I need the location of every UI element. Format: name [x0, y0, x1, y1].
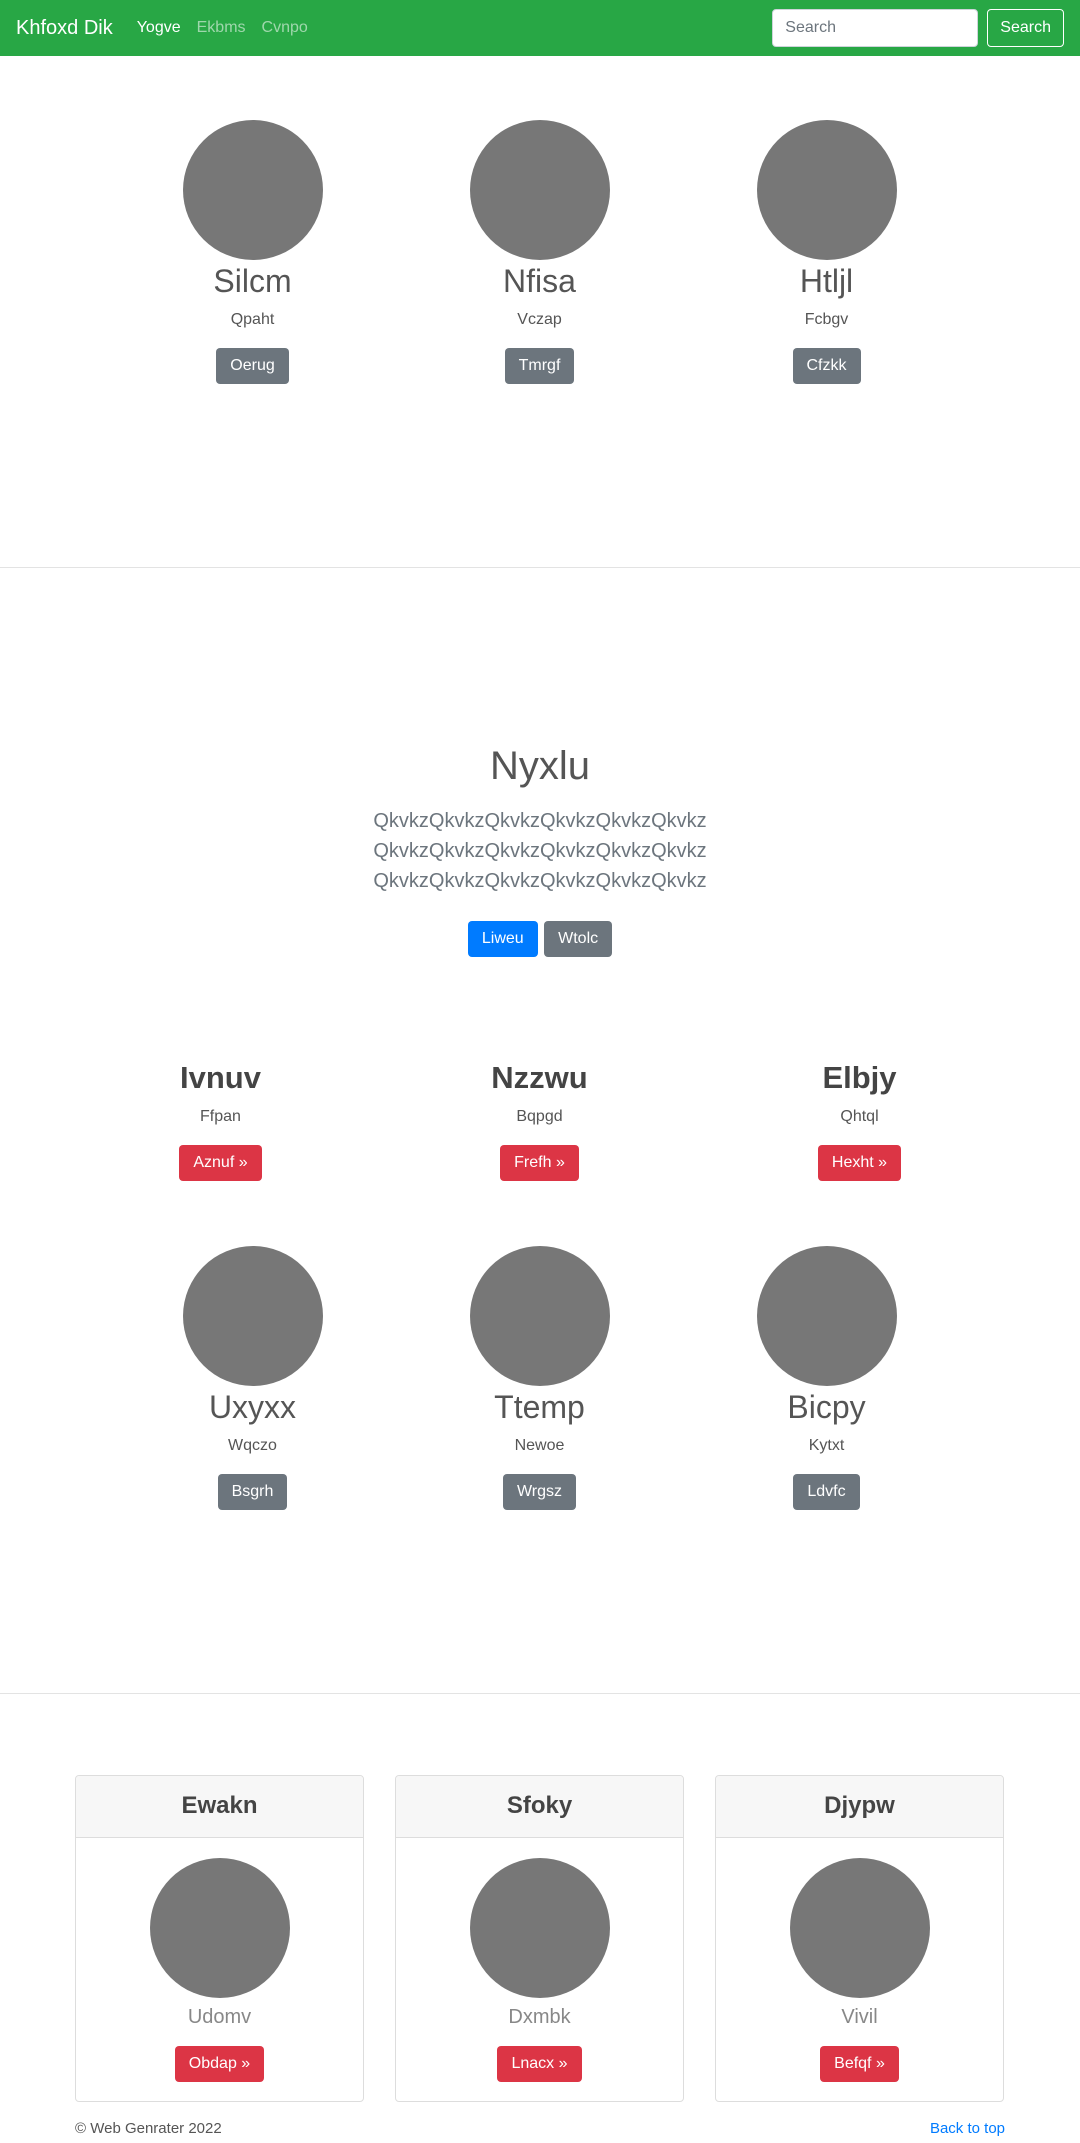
nav-link-ekbms[interactable]: Ekbms	[197, 19, 246, 37]
card-subtitle: Dxmbk	[508, 2006, 571, 2028]
team-member-6: Bicpy Kytxt Ldvfc	[683, 1246, 970, 1510]
navbar: Khfoxd Dik Yogve Ekbms Cvnpo Search	[0, 0, 1080, 56]
member-subtitle: Newoe	[514, 1437, 565, 1454]
section-divider	[0, 1693, 1080, 1694]
member-subtitle: Kytxt	[808, 1437, 845, 1454]
card-subtitle: Vivil	[841, 2006, 878, 2028]
member-button[interactable]: Bsgrh	[217, 1474, 288, 1510]
card-header: Djypw	[716, 1776, 1003, 1838]
member-name: Nfisa	[503, 263, 576, 299]
member-name: Silcm	[213, 263, 292, 299]
feature-subtitle: Ffpan	[200, 1108, 241, 1125]
card-button[interactable]: Lnacx »	[497, 2046, 582, 2082]
navbar-search-form: Search	[772, 9, 1064, 47]
member-name: Ttemp	[494, 1389, 585, 1425]
member-button[interactable]: Cfzkk	[792, 348, 861, 384]
feature-button[interactable]: Aznuf »	[179, 1145, 262, 1181]
hero-primary-button[interactable]: Liweu	[467, 921, 538, 957]
member-button[interactable]: Tmrgf	[504, 348, 575, 384]
avatar	[182, 120, 323, 260]
feature-1: Ivnuv Ffpan Aznuf »	[77, 1058, 364, 1181]
member-button[interactable]: Wrgsz	[502, 1474, 577, 1510]
member-button[interactable]: Ldvfc	[793, 1474, 860, 1510]
card-button[interactable]: Obdap »	[174, 2046, 265, 2082]
team-member-3: Htljl Fcbgv Cfzkk	[683, 120, 970, 384]
hero-secondary-button[interactable]: Wtolc	[544, 921, 613, 957]
hero-section: Nyxlu QkvkzQkvkzQkvkzQkvkzQkvkzQkvkz Qkv…	[0, 740, 1080, 957]
avatar	[469, 120, 610, 260]
navbar-brand[interactable]: Khfoxd Dik	[16, 17, 113, 40]
feature-2: Nzzwu Bqpgd Frefh »	[396, 1058, 683, 1181]
search-button[interactable]: Search	[987, 9, 1064, 47]
feature-subtitle: Bqpgd	[516, 1108, 563, 1125]
footer-copyright: © Web Genrater 2022	[75, 2120, 222, 2137]
feature-3: Elbjy Qhtql Hexht »	[716, 1058, 1003, 1181]
nav-link-cvnpo[interactable]: Cvnpo	[262, 19, 308, 37]
feature-subtitle: Qhtql	[840, 1108, 879, 1125]
feature-button[interactable]: Frefh »	[500, 1145, 579, 1181]
feature-title: Nzzwu	[491, 1060, 588, 1095]
search-input[interactable]	[772, 9, 979, 47]
hero-text-line: QkvkzQkvkzQkvkzQkvkzQkvkzQkvkz	[373, 810, 707, 832]
team-member-5: Ttemp Newoe Wrgsz	[396, 1246, 683, 1510]
member-subtitle: Fcbgv	[804, 311, 849, 328]
card-2: Sfoky Dxmbk Lnacx »	[395, 1775, 684, 2102]
feature-button[interactable]: Hexht »	[817, 1145, 902, 1181]
avatar	[789, 1858, 930, 1998]
card-subtitle: Udomv	[187, 2006, 252, 2028]
avatar	[182, 1246, 323, 1386]
team-member-2: Nfisa Vczap Tmrgf	[396, 120, 683, 384]
hero-text-line: QkvkzQkvkzQkvkzQkvkzQkvkzQkvkz	[373, 870, 707, 892]
team-member-4: Uxyxx Wqczo Bsgrh	[109, 1246, 396, 1510]
back-to-top-link[interactable]: Back to top	[930, 2120, 1005, 2137]
member-subtitle: Qpaht	[230, 311, 275, 328]
card-1: Ewakn Udomv Obdap »	[75, 1775, 364, 2102]
card-header: Sfoky	[396, 1776, 683, 1838]
card-button[interactable]: Befqf »	[820, 2046, 899, 2082]
member-button[interactable]: Oerug	[216, 348, 289, 384]
hero-text-line: QkvkzQkvkzQkvkzQkvkzQkvkzQkvkz	[373, 840, 707, 862]
card-3: Djypw Vivil Befqf »	[715, 1775, 1004, 2102]
feature-title: Elbjy	[822, 1060, 897, 1095]
avatar	[756, 120, 897, 260]
card-header: Ewakn	[76, 1776, 363, 1838]
member-subtitle: Wqczo	[228, 1437, 277, 1454]
avatar	[149, 1858, 290, 1998]
member-subtitle: Vczap	[517, 311, 562, 328]
team-member-1: Silcm Qpaht Oerug	[109, 120, 396, 384]
hero-title: Nyxlu	[489, 744, 591, 788]
section-divider	[0, 567, 1080, 568]
avatar	[469, 1246, 610, 1386]
member-name: Htljl	[799, 263, 854, 299]
member-name: Uxyxx	[208, 1389, 297, 1425]
feature-title: Ivnuv	[180, 1060, 261, 1095]
nav-link-yogve[interactable]: Yogve	[137, 19, 181, 37]
member-name: Bicpy	[787, 1389, 866, 1425]
avatar	[756, 1246, 897, 1386]
avatar	[469, 1858, 610, 1998]
